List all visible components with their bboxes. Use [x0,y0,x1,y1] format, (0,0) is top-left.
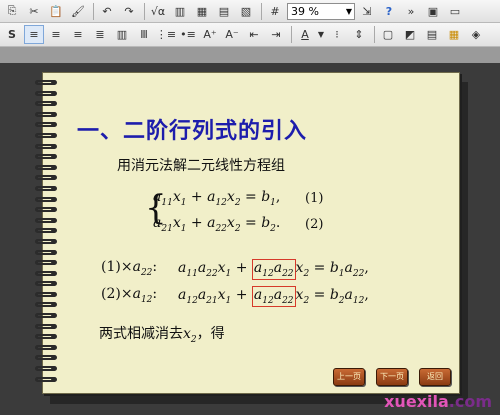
design-icon[interactable]: ◩ [400,25,420,44]
next-page-button[interactable]: 下一页 [376,368,408,386]
spiral-ring [35,311,65,322]
return-button[interactable]: 返回 [419,368,451,386]
toolbar-separator [291,26,292,43]
image-icon[interactable]: ▧ [236,2,256,21]
system-brace: { [145,188,167,228]
help-icon[interactable]: ? [379,2,399,21]
slide-canvas[interactable]: 一、二阶行列式的引入 用消元法解二元线性方程组 a11x1 + a12x2 = … [35,72,460,394]
decrease-font-icon[interactable]: A⁻ [222,25,242,44]
toolbar-overflow-icon[interactable]: » [401,2,421,21]
calendar-icon[interactable]: ▤ [214,2,234,21]
increase-indent-icon[interactable]: ⇥ [266,25,286,44]
equation-1-number: (1) [305,191,324,206]
spiral-ring [35,89,65,100]
line-spacing-icon[interactable]: ⇕ [349,25,369,44]
spiral-ring [35,110,65,121]
table-grid-icon[interactable]: ▦ [444,25,464,44]
layout-icon[interactable]: ▣ [423,2,443,21]
new-slide-icon[interactable]: ▢ [378,25,398,44]
spiral-ring [35,258,65,269]
spiral-ring [35,322,65,333]
spiral-ring [35,205,65,216]
multiply-row-2-label: (2)×a12: [101,286,158,305]
spiral-ring [35,152,65,163]
conclusion-text: 两式相减消去x2，得 [99,326,225,345]
spiral-binding [35,78,65,385]
copy-icon[interactable]: ⎘ [2,2,22,21]
cut-icon[interactable]: ✂ [24,2,44,21]
zoom-value: 39 % [291,4,319,18]
equation-1: a11x1 + a12x2 = b1, [153,189,281,208]
align-right-icon[interactable]: ≡ [68,25,88,44]
toolbar-separator [261,2,262,20]
spiral-ring [35,173,65,184]
spiral-ring [35,248,65,259]
spiral-ring [35,343,65,354]
zoom-select[interactable]: 39 % ▼ [287,2,355,20]
paste-icon[interactable]: 📋 [46,2,66,21]
spiral-ring [35,120,65,131]
multiply-row-1-equation: a11a22x1 + a12a22 x2 = b1a22, [178,259,369,280]
slide-layout-icon[interactable]: ▤ [422,25,442,44]
spiral-ring [35,78,65,89]
spiral-ring [35,364,65,375]
shadow-text-icon[interactable]: S [2,25,22,44]
font-color-dropdown-icon[interactable]: ▼ [317,25,325,44]
spiral-ring [35,216,65,227]
spiral-ring [35,163,65,174]
bullets-icon[interactable]: •≡ [178,25,198,44]
justify-icon[interactable]: ≣ [90,25,110,44]
decrease-indent-icon[interactable]: ⇤ [244,25,264,44]
ruler-bar [0,47,500,63]
spiral-ring [35,99,65,110]
spiral-ring [35,332,65,343]
highlighted-term: a12a22 [251,259,296,280]
toolbar-separator [374,26,375,43]
equation-2-number: (2) [305,217,324,232]
spiral-ring [35,375,65,386]
increase-font-icon[interactable]: A⁺ [200,25,220,44]
spiral-ring [35,237,65,248]
format-painter-icon[interactable]: 🖌 [68,2,88,21]
font-color-icon[interactable]: A [295,25,315,44]
zoom-button[interactable]: ⇲ [357,2,377,21]
spiral-ring [35,195,65,206]
spiral-ring [35,290,65,301]
distribute-icon[interactable]: ▥ [112,25,132,44]
spiral-ring [35,353,65,364]
spiral-ring [35,269,65,280]
multiply-row-2-equation: a12a21x1 + a12a22 x2 = b2a12, [178,286,369,307]
undo-icon[interactable]: ↶ [97,2,117,21]
table-icon[interactable]: ▦ [192,2,212,21]
grid-icon[interactable]: # [265,2,285,21]
formatting-toolbar: S ≡ ≡ ≡ ≣ ▥ Ⅲ ⋮≡ •≡ A⁺ A⁻ ⇤ ⇥ A ▼ ⁝ ⇕ ▢ … [0,23,500,47]
slide-icon[interactable]: ▭ [445,2,465,21]
toolbar-separator [93,2,94,20]
spiral-ring [35,300,65,311]
fill-icon[interactable]: ◈ [466,25,486,44]
slide-subtitle: 用消元法解二元线性方程组 [117,158,285,174]
spiral-ring [35,131,65,142]
spiral-ring [35,142,65,153]
redo-icon[interactable]: ↷ [119,2,139,21]
spiral-ring [35,226,65,237]
slide-title: 一、二阶行列式的引入 [77,119,308,144]
toolbar-separator [144,2,145,20]
standard-toolbar: ⎘ ✂ 📋 🖌 ↶ ↷ √α ▥ ▦ ▤ ▧ # 39 % ▼ ⇲ ? » ▣ … [0,0,500,23]
align-center-icon[interactable]: ≡ [46,25,66,44]
columns-icon[interactable]: Ⅲ [134,25,154,44]
spiral-ring [35,184,65,195]
chart-icon[interactable]: ▥ [170,2,190,21]
align-left-icon[interactable]: ≡ [24,25,44,44]
numbering-icon[interactable]: ⋮≡ [156,25,176,44]
prev-page-button[interactable]: 上一页 [333,368,365,386]
watermark: xuexila.com [384,392,492,411]
multiply-row-1-label: (1)×a22: [101,259,158,278]
chevron-down-icon: ▼ [345,6,352,16]
equation-2: a21x1 + a22x2 = b2. [153,215,281,234]
spiral-ring [35,279,65,290]
highlighted-term: a12a22 [251,286,296,307]
equation-icon[interactable]: √α [148,2,168,21]
toolbar-options-icon[interactable]: ⁝ [327,25,347,44]
